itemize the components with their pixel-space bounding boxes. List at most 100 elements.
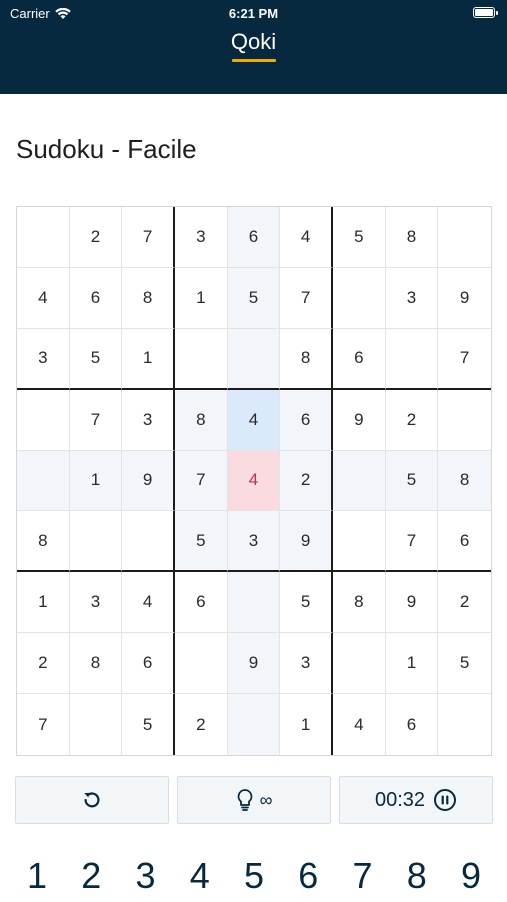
board-cell-r7-c4[interactable]: 6 xyxy=(175,572,228,634)
undo-button[interactable] xyxy=(15,776,169,824)
board-cell-r2-c7[interactable] xyxy=(333,267,386,329)
board-cell-r8-c6[interactable]: 3 xyxy=(280,633,333,695)
board-cell-r7-c6[interactable]: 5 xyxy=(280,572,333,634)
board-cell-r4-c4[interactable]: 8 xyxy=(175,389,228,451)
board-cell-r3-c7[interactable]: 6 xyxy=(333,328,386,390)
board-cell-r4-c9[interactable] xyxy=(438,389,491,451)
board-cell-r6-c4[interactable]: 5 xyxy=(175,511,228,573)
pause-circle-icon[interactable] xyxy=(433,788,457,812)
board-cell-r5-c6[interactable]: 2 xyxy=(280,450,333,512)
numpad-key-2[interactable]: 2 xyxy=(66,850,116,902)
board-cell-r7-c5[interactable] xyxy=(227,572,281,634)
numpad-key-7[interactable]: 7 xyxy=(338,850,388,902)
board-cell-r3-c3[interactable]: 1 xyxy=(122,328,175,390)
board-cell-r6-c6[interactable]: 9 xyxy=(280,511,333,573)
board-cell-r8-c2[interactable]: 8 xyxy=(69,633,123,695)
board-cell-r5-c7[interactable] xyxy=(333,450,386,512)
board-cell-r9-c8[interactable]: 6 xyxy=(385,694,439,755)
board-cell-r4-c2[interactable]: 7 xyxy=(69,389,123,451)
board-cell-r8-c7[interactable] xyxy=(333,633,386,695)
board-cell-r8-c5[interactable]: 9 xyxy=(227,633,281,695)
numpad-key-9[interactable]: 9 xyxy=(446,850,496,902)
board-cell-r6-c7[interactable] xyxy=(333,511,386,573)
board-cell-r9-c3[interactable]: 5 xyxy=(122,694,175,755)
board-cell-r3-c5[interactable] xyxy=(227,328,281,390)
board-cell-r6-c5[interactable]: 3 xyxy=(227,511,281,573)
board-cell-r5-c8[interactable]: 5 xyxy=(385,450,439,512)
board-cell-r1-c4[interactable]: 3 xyxy=(175,207,228,268)
board-cell-r6-c1[interactable]: 8 xyxy=(17,511,70,573)
board-cell-r4-c7[interactable]: 9 xyxy=(333,389,386,451)
board-cell-r5-c5[interactable]: 4 xyxy=(227,450,281,512)
board-cell-r8-c8[interactable]: 1 xyxy=(385,633,439,695)
numpad-key-1[interactable]: 1 xyxy=(12,850,62,902)
board-cell-r7-c9[interactable]: 2 xyxy=(438,572,491,634)
board-cell-r3-c2[interactable]: 5 xyxy=(69,328,123,390)
board-cell-r3-c1[interactable]: 3 xyxy=(17,328,70,390)
board-cell-r8-c1[interactable]: 2 xyxy=(17,633,70,695)
board-cell-r6-c9[interactable]: 6 xyxy=(438,511,491,573)
board-cell-r5-c4[interactable]: 7 xyxy=(175,450,228,512)
numpad-key-6[interactable]: 6 xyxy=(283,850,333,902)
numpad-key-8[interactable]: 8 xyxy=(392,850,442,902)
lightbulb-icon xyxy=(237,789,252,811)
board-cell-r2-c2[interactable]: 6 xyxy=(69,267,123,329)
board-cell-r3-c8[interactable] xyxy=(385,328,439,390)
board-cell-r5-c1[interactable] xyxy=(17,450,70,512)
board-cell-r2-c3[interactable]: 8 xyxy=(122,267,175,329)
board-cell-r2-c8[interactable]: 3 xyxy=(385,267,439,329)
board-cell-r2-c5[interactable]: 5 xyxy=(227,267,281,329)
board-cell-r2-c1[interactable]: 4 xyxy=(17,267,70,329)
board-cell-r8-c4[interactable] xyxy=(175,633,228,695)
board-cell-r2-c6[interactable]: 7 xyxy=(280,267,333,329)
board-cell-r9-c6[interactable]: 1 xyxy=(280,694,333,755)
board-cell-r1-c5[interactable]: 6 xyxy=(227,207,281,268)
board-cell-r4-c5[interactable]: 4 xyxy=(227,389,281,451)
board-cell-r1-c7[interactable]: 5 xyxy=(333,207,386,268)
board-cell-r8-c3[interactable]: 6 xyxy=(122,633,175,695)
board-cell-r7-c3[interactable]: 4 xyxy=(122,572,175,634)
board-cell-r1-c2[interactable]: 2 xyxy=(69,207,123,268)
board-cell-r6-c3[interactable] xyxy=(122,511,175,573)
board-cell-r4-c8[interactable]: 2 xyxy=(385,389,439,451)
timer-display: 00:32 xyxy=(374,788,426,811)
numpad-key-5[interactable]: 5 xyxy=(229,850,279,902)
numpad-key-4[interactable]: 4 xyxy=(175,850,225,902)
app-title: Qoki xyxy=(230,29,277,54)
board-cell-r4-c6[interactable]: 6 xyxy=(280,389,333,451)
board-cell-r9-c4[interactable]: 2 xyxy=(175,694,228,755)
board-cell-r2-c4[interactable]: 1 xyxy=(175,267,228,329)
board-cell-r9-c5[interactable] xyxy=(227,694,281,755)
board-cell-r9-c9[interactable] xyxy=(438,694,491,755)
title-underline xyxy=(232,59,276,62)
board-cell-r9-c1[interactable]: 7 xyxy=(17,694,70,755)
board-cell-r2-c9[interactable]: 9 xyxy=(438,267,491,329)
board-cell-r1-c1[interactable] xyxy=(17,207,70,268)
board-cell-r7-c2[interactable]: 3 xyxy=(69,572,123,634)
board-cell-r6-c8[interactable]: 7 xyxy=(385,511,439,573)
board-cell-r1-c9[interactable] xyxy=(438,207,491,268)
board-cell-r9-c2[interactable] xyxy=(69,694,123,755)
board-cell-r7-c7[interactable]: 8 xyxy=(333,572,386,634)
board-cell-r5-c2[interactable]: 1 xyxy=(69,450,123,512)
board-cell-r4-c1[interactable] xyxy=(17,389,70,451)
timer-button[interactable]: 00:32 xyxy=(339,776,493,824)
board-cell-r3-c4[interactable] xyxy=(175,328,228,390)
battery-icon xyxy=(473,7,498,18)
board-cell-r3-c9[interactable]: 7 xyxy=(438,328,491,390)
board-cell-r3-c6[interactable]: 8 xyxy=(280,328,333,390)
numpad-key-3[interactable]: 3 xyxy=(121,850,171,902)
board-cell-r7-c8[interactable]: 9 xyxy=(385,572,439,634)
status-bar: Carrier 6:21 PM xyxy=(0,0,507,28)
board-cell-r5-c3[interactable]: 9 xyxy=(122,450,175,512)
board-cell-r9-c7[interactable]: 4 xyxy=(333,694,386,755)
board-cell-r5-c9[interactable]: 8 xyxy=(438,450,491,512)
board-cell-r6-c2[interactable] xyxy=(69,511,123,573)
board-cell-r1-c8[interactable]: 8 xyxy=(385,207,439,268)
board-cell-r8-c9[interactable]: 5 xyxy=(438,633,491,695)
board-cell-r1-c3[interactable]: 7 xyxy=(122,207,175,268)
hint-button[interactable]: ∞ xyxy=(177,776,331,824)
board-cell-r1-c6[interactable]: 4 xyxy=(280,207,333,268)
board-cell-r7-c1[interactable]: 1 xyxy=(17,572,70,634)
board-cell-r4-c3[interactable]: 3 xyxy=(122,389,175,451)
